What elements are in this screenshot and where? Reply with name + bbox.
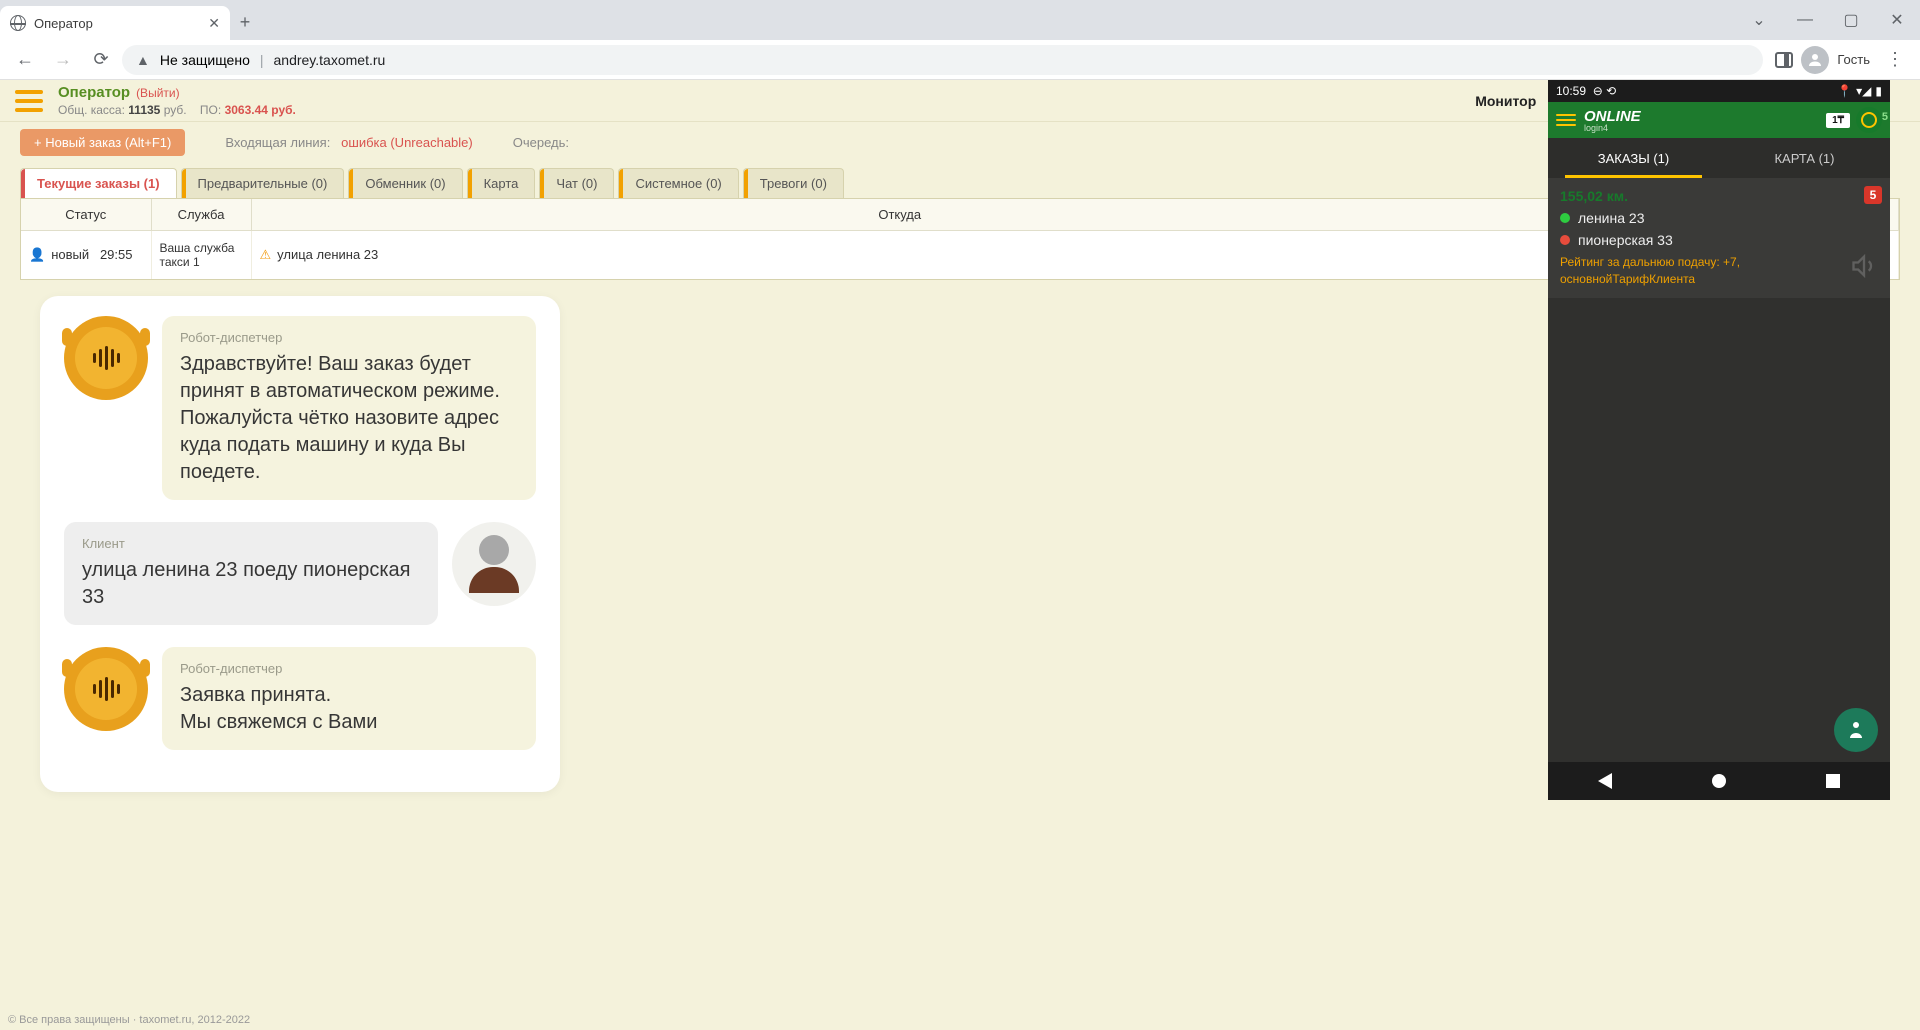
mobile-nav-bar [1548, 762, 1890, 800]
browser-tab[interactable]: Оператор ✕ [0, 6, 230, 40]
tab-map[interactable]: Карта [467, 168, 536, 198]
logout-link[interactable]: (Выйти) [136, 86, 180, 100]
order-badge: 5 [1864, 186, 1882, 204]
guest-label: Гость [1837, 52, 1870, 67]
close-icon[interactable]: ✕ [1874, 0, 1920, 40]
footer: © Все права защищены · taxomet.ru, 2012-… [8, 1014, 250, 1026]
robot-avatar [64, 316, 148, 400]
side-panel-icon[interactable] [1775, 52, 1793, 68]
back-icon[interactable]: ← [8, 43, 42, 77]
tab-current[interactable]: Текущие заказы (1) [20, 168, 177, 198]
hamburger-menu[interactable] [8, 84, 50, 118]
menu-icon[interactable]: ⋮ [1878, 49, 1912, 70]
tab-system[interactable]: Системное (0) [618, 168, 738, 198]
chat-bubble: Робот-диспетчер Заявка принята. Мы свяже… [162, 647, 536, 750]
user-icon: 👤 [29, 247, 45, 262]
url-bar[interactable]: ▲ Не защищено | andrey.taxomet.ru [122, 45, 1763, 75]
robot-avatar [64, 647, 148, 731]
mobile-overlay: 10:59 ⊖ ⟲ 📍▾◢▮ ONLINE login4 1₸ 5 ЗАКАЗЫ… [1548, 80, 1890, 800]
profile-avatar[interactable] [1801, 46, 1829, 74]
not-secure-label: Не защищено [160, 52, 250, 68]
nav-monitor[interactable]: Монитор [1455, 80, 1556, 122]
maximize-icon[interactable]: ▢ [1828, 0, 1874, 40]
chat-bubble: Робот-диспетчер Здравствуйте! Ваш заказ … [162, 316, 536, 500]
origin-dot-icon [1560, 213, 1570, 223]
mobile-fab[interactable] [1834, 708, 1878, 752]
mobile-menu-icon[interactable] [1556, 114, 1576, 126]
new-tab-button[interactable]: + [230, 4, 260, 40]
url-text: andrey.taxomet.ru [274, 52, 386, 68]
tab-preliminary[interactable]: Предварительные (0) [181, 168, 345, 198]
android-back-icon[interactable] [1598, 773, 1612, 789]
queue-label: Очередь: [513, 135, 569, 150]
minimize-icon[interactable]: — [1782, 0, 1828, 40]
coin-badge[interactable]: 1₸ [1826, 113, 1850, 128]
warning-icon: ▲ [136, 52, 150, 68]
android-recent-icon[interactable] [1826, 774, 1840, 788]
gps-icon[interactable]: 5 [1856, 107, 1882, 133]
mobile-tab-orders[interactable]: ЗАКАЗЫ (1) [1548, 138, 1719, 178]
reload-icon[interactable]: ⟳ [84, 43, 118, 77]
page-title: Оператор [58, 84, 130, 101]
mobile-status-bar: 10:59 ⊖ ⟲ 📍▾◢▮ [1548, 80, 1890, 102]
close-tab-icon[interactable]: ✕ [208, 15, 220, 32]
tab-alerts[interactable]: Тревоги (0) [743, 168, 844, 198]
speaker-icon [1850, 252, 1878, 280]
globe-icon [10, 15, 26, 31]
tab-title: Оператор [34, 16, 93, 31]
client-avatar [452, 522, 536, 606]
incoming-line: Входящая линия: ошибка (Unreachable) [225, 135, 472, 150]
tab-exchange[interactable]: Обменник (0) [348, 168, 462, 198]
mobile-order-card[interactable]: 155,02 км. 5 ленина 23 пионерская 33 Рей… [1548, 178, 1890, 298]
android-home-icon[interactable] [1712, 774, 1726, 788]
new-order-button[interactable]: + Новый заказ (Alt+F1) [20, 129, 185, 156]
mobile-tab-map[interactable]: КАРТА (1) [1719, 138, 1890, 178]
chat-card: Робот-диспетчер Здравствуйте! Ваш заказ … [40, 296, 560, 792]
chat-bubble: Клиент улица ленина 23 поеду пионерская … [64, 522, 438, 625]
dropdown-icon[interactable]: ⌄ [1736, 0, 1782, 40]
dest-dot-icon [1560, 235, 1570, 245]
mobile-header: ONLINE login4 1₸ 5 [1548, 102, 1890, 138]
tab-chat[interactable]: Чат (0) [539, 168, 614, 198]
warning-icon: ⚠ [260, 247, 272, 262]
forward-icon: → [46, 43, 80, 77]
header-info: Оператор (Выйти) Общ. касса: 11135 руб. … [58, 84, 296, 117]
